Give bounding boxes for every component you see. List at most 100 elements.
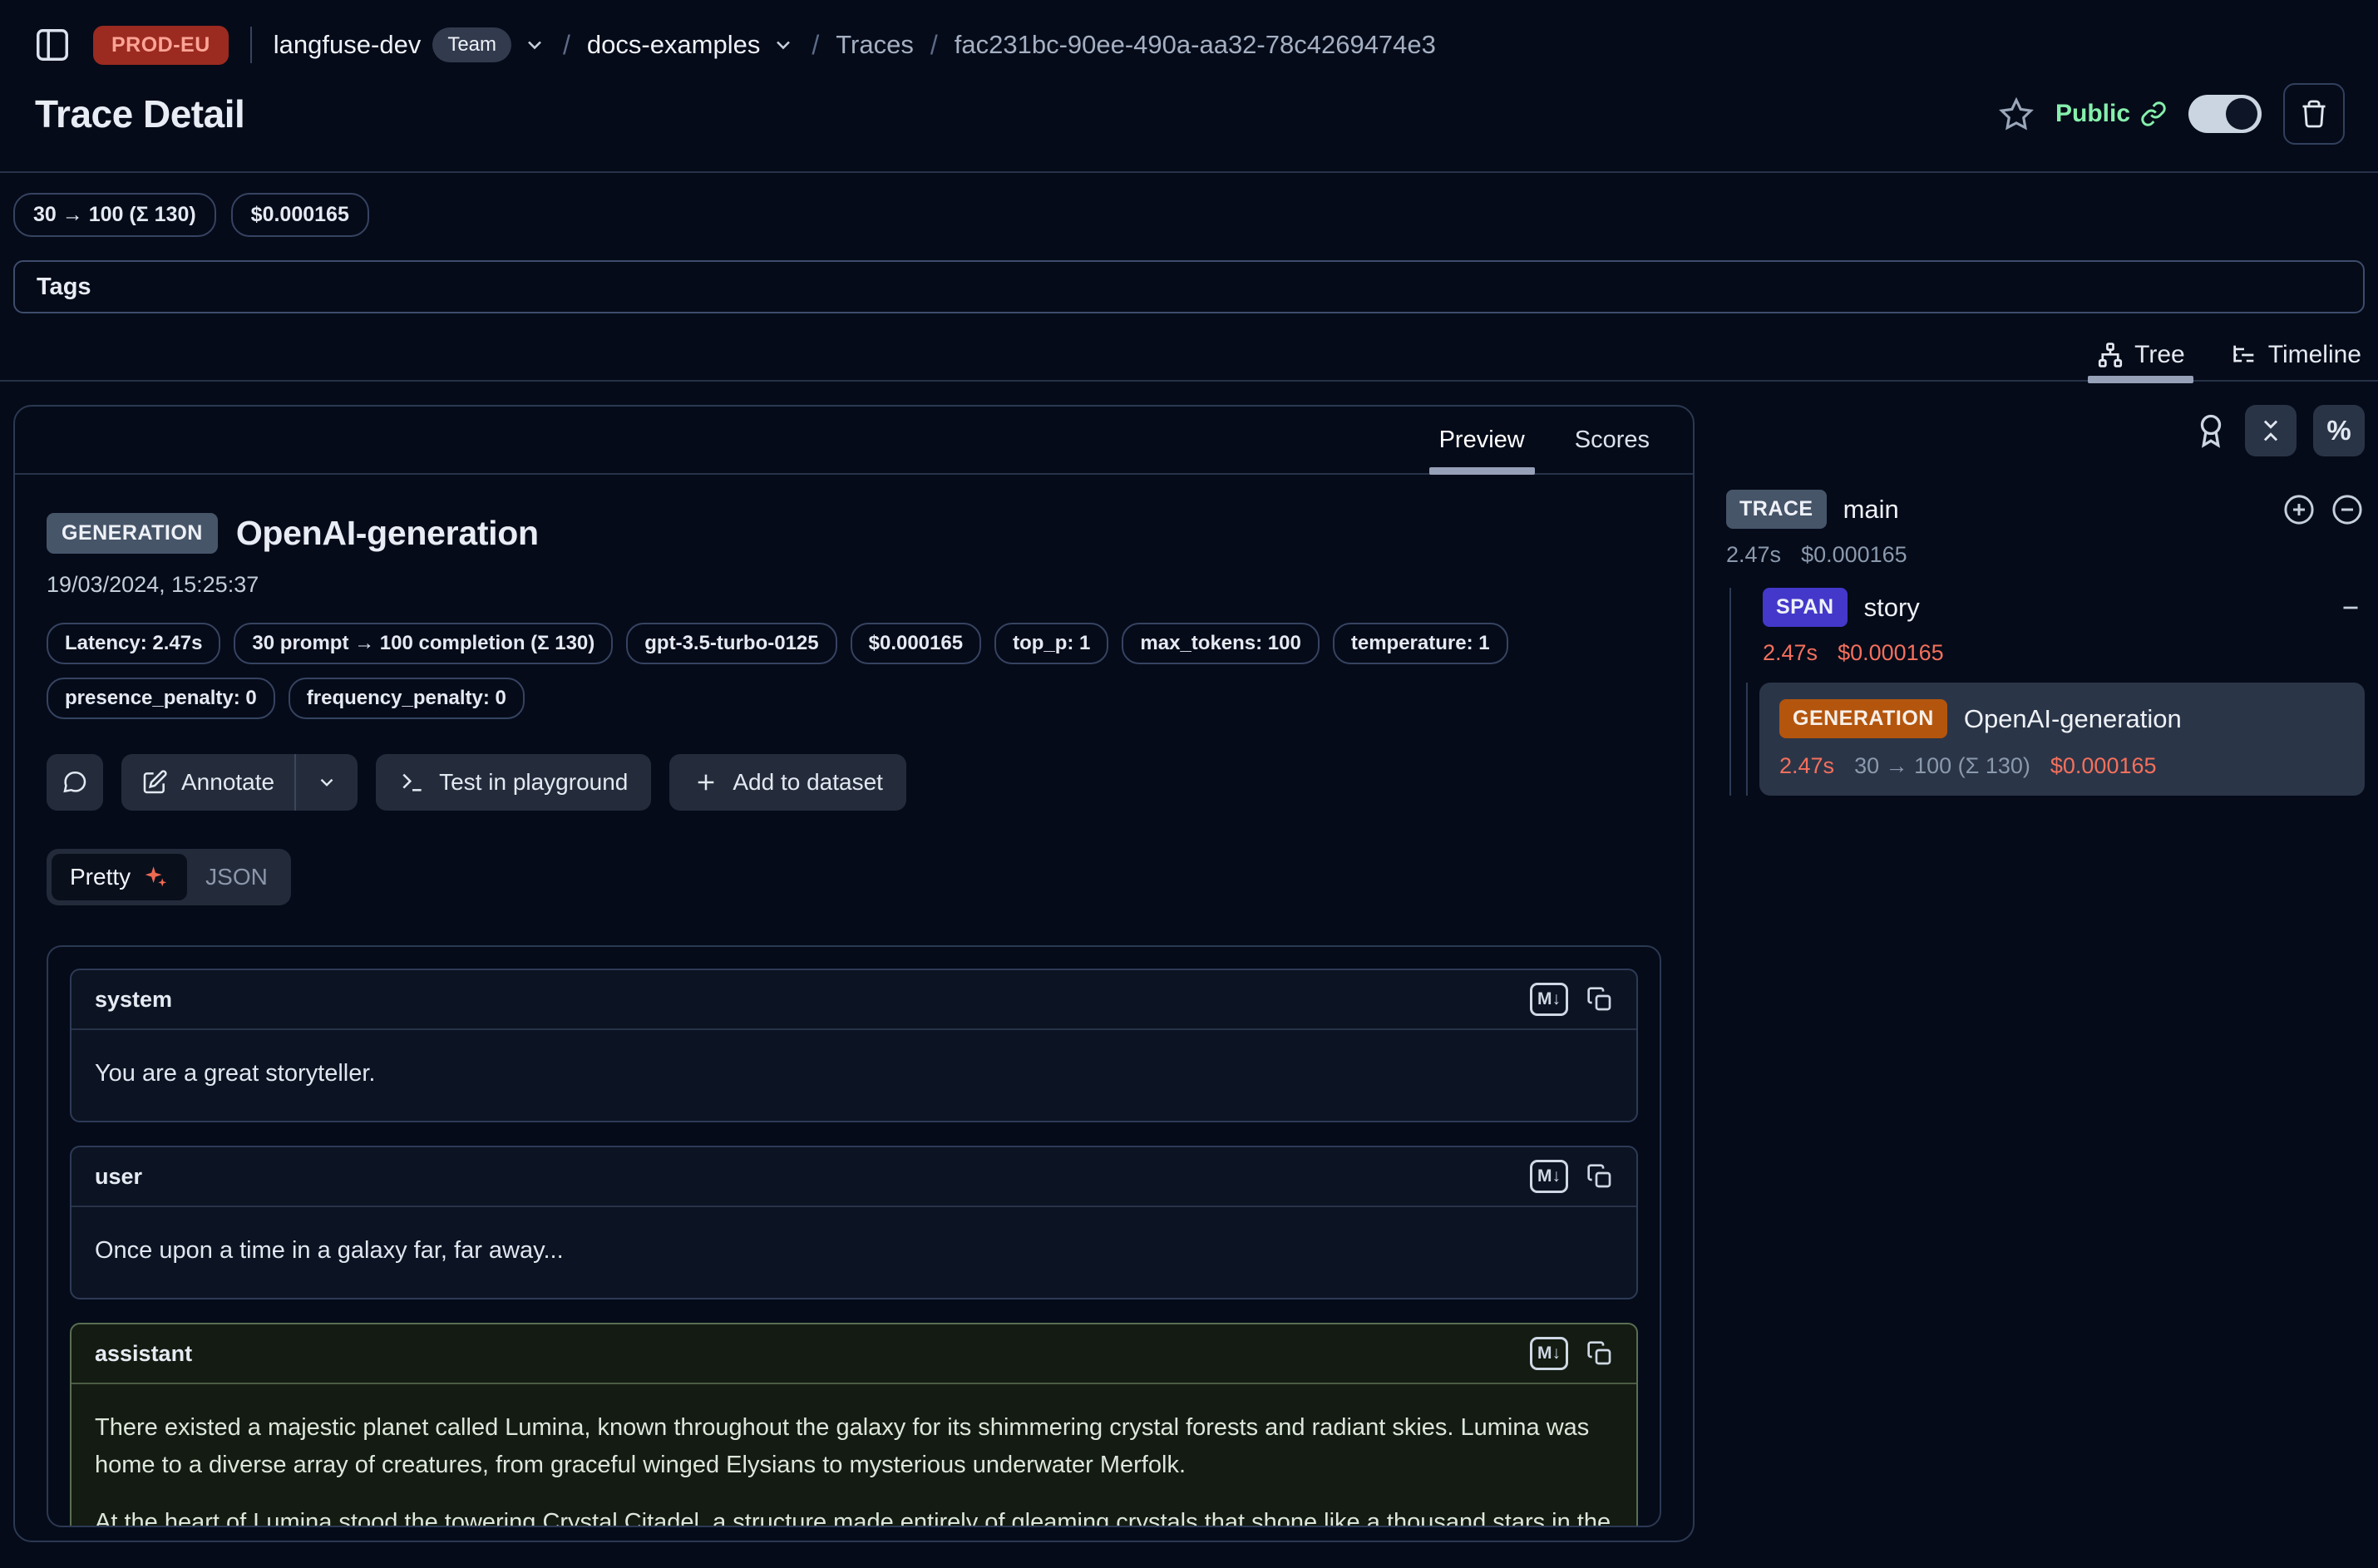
markdown-toggle-icon[interactable]: M↓ [1530,1337,1568,1370]
span-metrics: 2.47s $0.000165 [1763,640,2365,666]
message-paragraph: At the heart of Lumina stood the towerin… [95,1504,1613,1527]
breadcrumb-separator: / [563,30,570,61]
trace-tree-sidebar: % TRACE main 2.47s $0.000165 [1726,405,2365,796]
page-header: Trace Detail Public [0,80,2378,148]
generation-latency: 2.47s [1779,753,1834,779]
timeline-icon [2230,341,2258,369]
format-json-segment[interactable]: JSON [187,854,286,900]
pretty-label: Pretty [70,864,131,890]
generation-name: OpenAI-generation [1964,704,2182,734]
observation-panel: Preview Scores GENERATION OpenAI-generat… [13,405,1695,1542]
message-content: Once upon a time in a galaxy far, far aw… [72,1207,1636,1298]
trace-metrics: 2.47s $0.000165 [1726,542,2365,568]
message-header: user M↓ [72,1147,1636,1207]
breadcrumb-project[interactable]: docs-examples [587,30,760,60]
top-p-badge: top_p: 1 [994,623,1108,664]
trash-icon [2299,99,2329,129]
chevron-down-icon[interactable] [772,33,795,57]
trace-badge: TRACE [1726,490,1827,529]
generation-title-row: GENERATION OpenAI-generation [1779,699,2345,738]
breadcrumb-separator: / [930,30,938,61]
test-in-playground-button[interactable]: Test in playground [376,754,651,811]
content: Preview Scores GENERATION OpenAI-generat… [0,405,2378,1542]
expand-all-icon[interactable] [2282,492,2316,527]
span-latency: 2.47s [1763,640,1818,666]
observation-badges-row1: Latency: 2.47s 30 prompt → 100 completio… [47,623,1661,664]
span-name: story [1864,593,1920,623]
tab-tree[interactable]: Tree [2093,330,2188,380]
message-tools: M↓ [1530,983,1613,1016]
tree-row-span[interactable]: SPAN story [1763,588,2365,627]
latency-badge: Latency: 2.47s [47,623,220,664]
chevron-down-icon[interactable] [523,33,546,57]
metrics-toggle-button[interactable]: % [2313,405,2365,456]
collapse-all-icon[interactable] [2330,492,2365,527]
public-link[interactable]: Public [2055,100,2167,128]
trace-name: main [1843,495,1899,525]
award-icon[interactable] [2193,413,2228,448]
presence-penalty-badge: presence_penalty: 0 [47,678,275,719]
trace-summary-badges: 30 → 100 (Σ 130) $0.000165 [0,193,2378,237]
span-row-actions [2336,594,2365,622]
link-icon [2140,101,2167,127]
generation-tokens: 30 → 100 (Σ 130) [1854,753,2030,779]
span-badge: SPAN [1763,588,1848,627]
message-role: assistant [95,1341,192,1367]
playground-label: Test in playground [439,769,628,796]
message-tools: M↓ [1530,1337,1613,1370]
breadcrumb-separator: / [812,30,819,61]
message-tools: M↓ [1530,1160,1613,1193]
sidebar-toggle-icon[interactable] [33,26,72,64]
add-to-dataset-label: Add to dataset [733,769,883,796]
generation-cost: $0.000165 [2050,753,2157,779]
fold-vertical-icon [2257,417,2285,445]
messages-container: system M↓ You are a great storyteller. u… [47,945,1661,1527]
org-type-badge: Team [432,27,511,62]
annotate-button[interactable]: Annotate [121,754,294,811]
span-cost: $0.000165 [1838,640,1944,666]
format-pretty-segment[interactable]: Pretty [52,854,187,900]
sparkles-icon [141,863,169,891]
trace-tree: TRACE main 2.47s $0.000165 SPAN [1726,490,2365,796]
comment-button[interactable] [47,754,103,811]
trace-cost: $0.000165 [1801,542,1907,568]
breadcrumb-traces[interactable]: Traces [836,30,914,60]
star-bookmark-icon[interactable] [1999,96,2034,131]
collapse-node-icon[interactable] [2336,594,2365,622]
copy-icon[interactable] [1586,1340,1613,1367]
tree-controls: % [1726,405,2365,456]
add-to-dataset-button[interactable]: Add to dataset [669,754,906,811]
observation-title-row: GENERATION OpenAI-generation [47,513,1661,554]
message-card-assistant: assistant M↓ There existed a majestic pl… [70,1323,1638,1527]
annotate-dropdown-button[interactable] [296,754,358,811]
public-toggle[interactable] [2188,95,2262,133]
message-content: You are a great storyteller. [72,1030,1636,1121]
breadcrumb-org[interactable]: langfuse-dev [274,30,422,60]
message-role: user [95,1164,142,1190]
markdown-toggle-icon[interactable]: M↓ [1530,983,1568,1016]
tree-row-generation-selected[interactable]: GENERATION OpenAI-generation 2.47s 30 → … [1759,683,2365,796]
tags-box[interactable]: Tags [13,260,2365,313]
breadcrumb-trace-id: fac231bc-90ee-490a-aa32-78c4269474e3 [955,30,1436,60]
tree-row-trace[interactable]: TRACE main [1726,490,2365,529]
tab-timeline[interactable]: Timeline [2227,330,2365,380]
annotate-split-button: Annotate [121,754,358,811]
tab-preview[interactable]: Preview [1418,407,1547,473]
tree-icon [2096,341,2124,369]
plus-icon [693,769,719,796]
copy-icon[interactable] [1586,1163,1613,1190]
delete-trace-button[interactable] [2283,83,2345,145]
tab-scores[interactable]: Scores [1553,407,1671,473]
cost-badge: $0.000165 [851,623,981,664]
header-actions: Public [1999,83,2345,145]
observation-timestamp: 19/03/2024, 15:25:37 [47,572,1661,598]
collapse-all-button[interactable] [2245,405,2297,456]
message-card-user: user M↓ Once upon a time in a galaxy far… [70,1146,1638,1299]
terminal-icon [399,769,426,796]
generation-badge: GENERATION [1779,699,1947,738]
toggle-knob [2226,98,2257,130]
markdown-toggle-icon[interactable]: M↓ [1530,1160,1568,1193]
token-usage-badge: 30 prompt → 100 completion (Σ 130) [234,623,613,664]
tab-timeline-label: Timeline [2268,341,2361,369]
copy-icon[interactable] [1586,986,1613,1013]
